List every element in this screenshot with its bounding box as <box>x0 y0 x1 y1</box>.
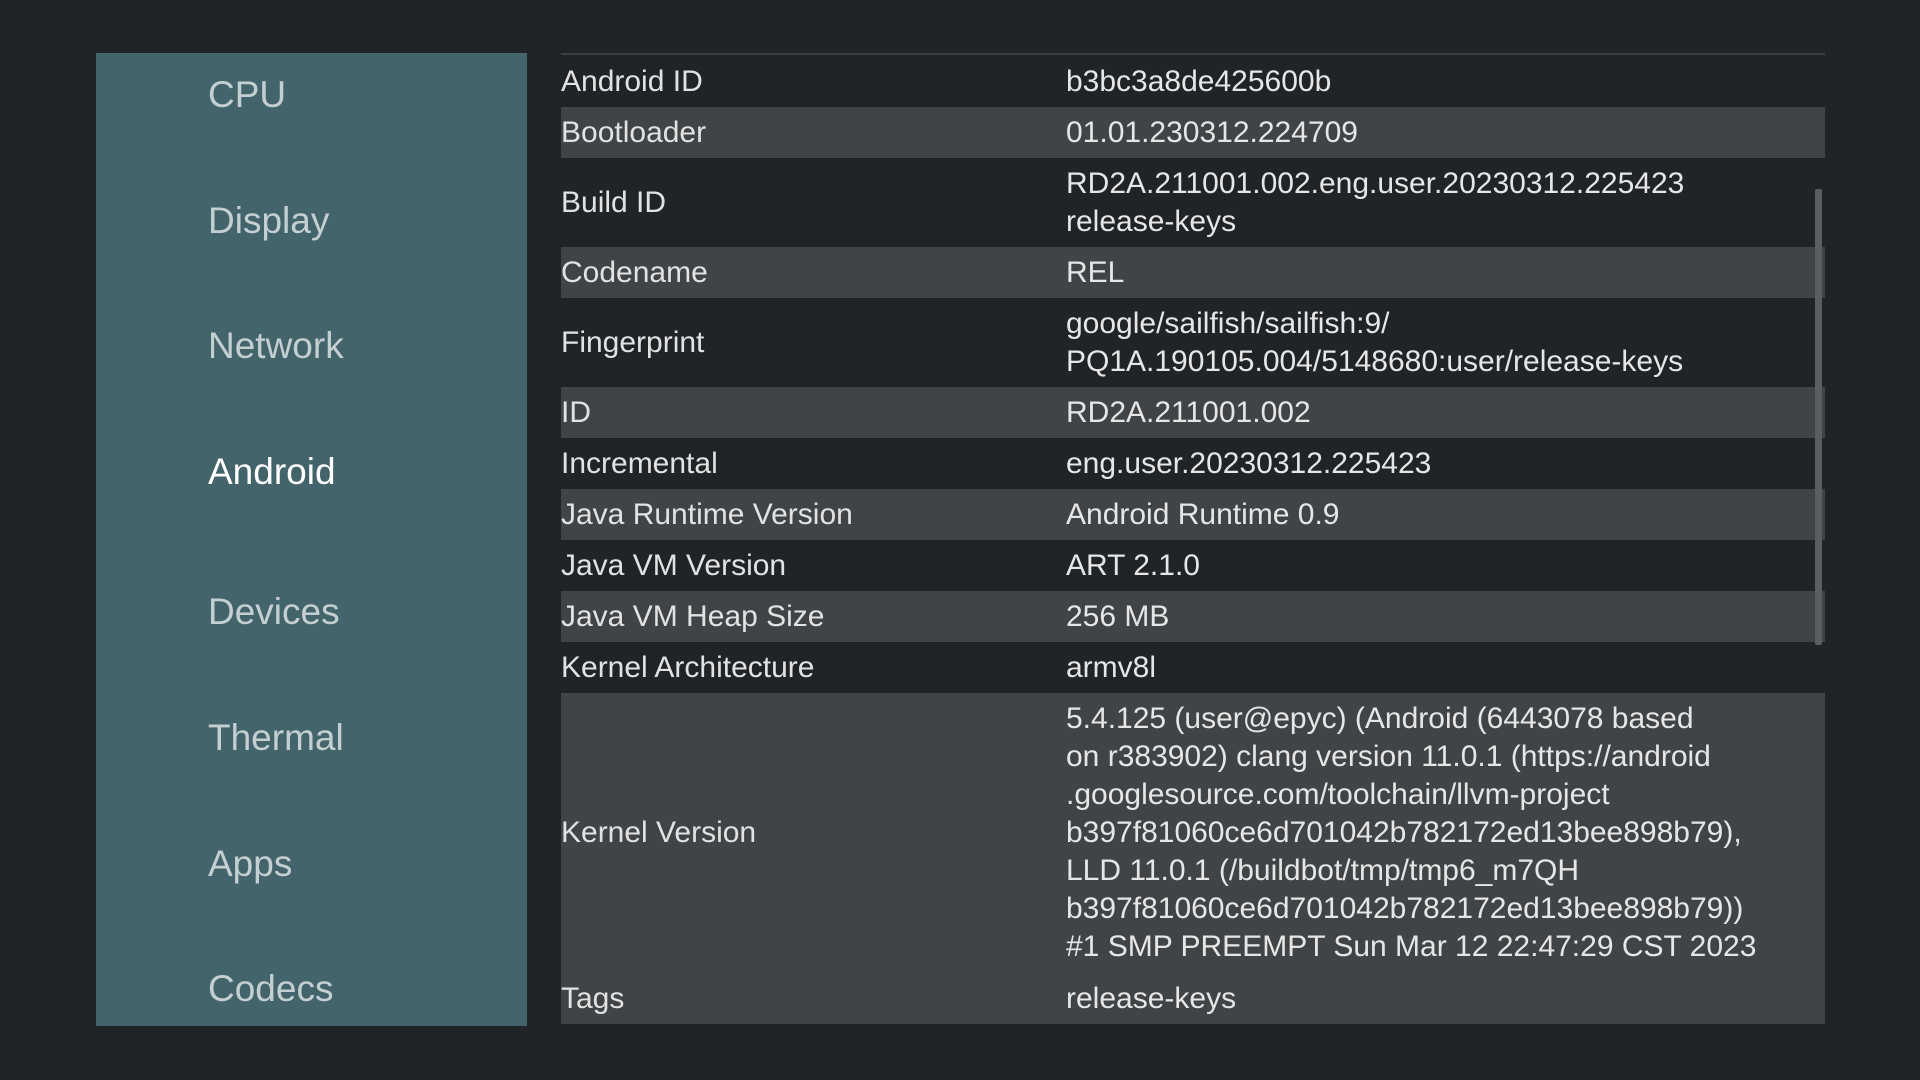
sidebar-item-codecs[interactable]: Codecs <box>208 970 333 1007</box>
sidebar-item-thermal[interactable]: Thermal <box>208 719 344 756</box>
android-details-panel[interactable]: Android ID b3bc3a8de425600b Bootloader 0… <box>561 53 1825 1026</box>
details-scrollbar[interactable] <box>1815 189 1822 645</box>
detail-value: RD2A.211001.002 <box>1066 395 1311 429</box>
detail-row-java-vm-version: Java VM Version ART 2.1.0 <box>561 540 1825 591</box>
detail-value: 256 MB <box>1066 599 1170 633</box>
sidebar-item-devices[interactable]: Devices <box>208 593 340 630</box>
detail-row-id: ID RD2A.211001.002 <box>561 387 1825 438</box>
detail-key: Kernel Architecture <box>561 650 815 684</box>
detail-value: RD2A.211001.002.eng.user.20230312.225423… <box>1066 166 1685 238</box>
detail-value: ART 2.1.0 <box>1066 548 1200 582</box>
detail-key: Build ID <box>561 185 667 219</box>
detail-key: ID <box>561 395 591 429</box>
detail-key: Kernel Version <box>561 816 757 849</box>
detail-key: Incremental <box>561 446 718 480</box>
detail-key: Java VM Version <box>561 548 787 582</box>
sidebar-item-display[interactable]: Display <box>208 202 329 239</box>
detail-key: Android ID <box>561 64 703 98</box>
detail-row-build-id: Build ID RD2A.211001.002.eng.user.202303… <box>561 158 1825 247</box>
detail-row-kernel-architecture: Kernel Architecture armv8l <box>561 642 1825 693</box>
detail-value: release-keys <box>1066 981 1237 1015</box>
detail-row-kernel-version: Kernel Version 5.4.125 (user@epyc) (Andr… <box>561 693 1825 973</box>
sidebar-item-network[interactable]: Network <box>208 327 344 364</box>
detail-key: Bootloader <box>561 115 707 149</box>
sidebar-item-android[interactable]: Android <box>208 453 336 490</box>
details-list: Android ID b3bc3a8de425600b Bootloader 0… <box>561 56 1825 1024</box>
detail-row-java-runtime-version: Java Runtime Version Android Runtime 0.9 <box>561 489 1825 540</box>
detail-value: REL <box>1066 255 1125 289</box>
detail-row-codename: Codename REL <box>561 247 1825 298</box>
sidebar-item-cpu[interactable]: CPU <box>208 76 286 113</box>
detail-key: Fingerprint <box>561 325 705 359</box>
detail-value: b3bc3a8de425600b <box>1066 64 1332 98</box>
category-sidebar: CPU Display Network Android Devices Ther… <box>96 53 527 1026</box>
detail-value: armv8l <box>1066 650 1157 684</box>
detail-key: Java Runtime Version <box>561 497 853 531</box>
detail-value: 01.01.230312.224709 <box>1066 115 1358 149</box>
detail-row-fingerprint: Fingerprint google/sailfish/sailfish:9/ … <box>561 298 1825 387</box>
detail-key: Codename <box>561 255 708 289</box>
detail-row-incremental: Incremental eng.user.20230312.225423 <box>561 438 1825 489</box>
detail-value: google/sailfish/sailfish:9/ PQ1A.190105.… <box>1066 306 1684 378</box>
detail-value: 5.4.125 (user@epyc) (Android (6443078 ba… <box>1066 702 1757 963</box>
detail-row-android-id: Android ID b3bc3a8de425600b <box>561 56 1825 107</box>
top-divider <box>561 53 1825 55</box>
sidebar-item-apps[interactable]: Apps <box>208 845 292 882</box>
detail-key: Java VM Heap Size <box>561 599 825 633</box>
detail-row-bootloader: Bootloader 01.01.230312.224709 <box>561 107 1825 158</box>
detail-value: eng.user.20230312.225423 <box>1066 446 1432 480</box>
detail-value: Android Runtime 0.9 <box>1066 497 1340 531</box>
detail-key: Tags <box>561 981 625 1015</box>
detail-row-tags: Tags release-keys <box>561 973 1825 1024</box>
detail-row-java-vm-heap-size: Java VM Heap Size 256 MB <box>561 591 1825 642</box>
